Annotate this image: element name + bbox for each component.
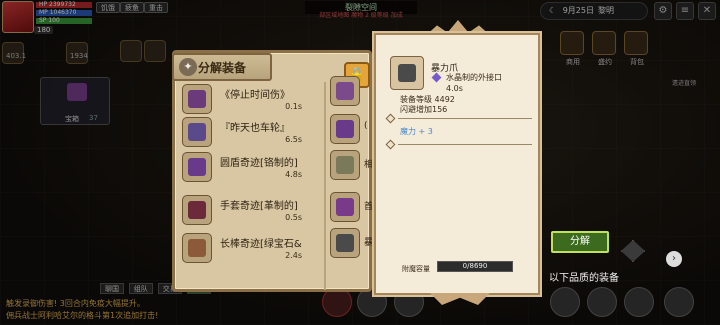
equipment-glyph [188,90,206,108]
equipment-glyph [188,239,206,257]
equipment-row[interactable]: 圆盾奇迹[铬制的] 4.8s [180,148,304,186]
equipment-glyph [188,123,206,141]
equipment-glyph [188,201,206,219]
capacity-label: 附魔容量 [402,265,430,273]
tooltip-cooldown: 4.0s [446,84,463,93]
equipment-time: 2.4s [285,251,302,260]
equipment-name-partial: 相 [364,160,374,170]
equipment-name: 长棒奇迹[绿宝石& [220,239,302,250]
equipment-icon [330,192,360,222]
equipment-glyph [336,82,354,100]
equipment-icon [182,84,212,114]
equipment-time: 0.5s [285,213,302,222]
equipment-name: 手套奇迹[革制的] [220,201,298,212]
equipment-row-partial[interactable]: 首 [330,192,374,226]
equipment-row-partial[interactable]: 暴 [330,228,374,262]
equipment-glyph [336,120,354,138]
equipment-time: 4.8s [285,170,302,179]
quality-text: 以下品质的装备 [549,273,619,284]
equipment-row-partial[interactable]: 相 [330,150,374,184]
equipment-icon [182,233,212,263]
tooltip-divider [398,144,532,145]
decompose-button[interactable]: 分解 [551,231,609,253]
equipment-row[interactable]: 长棒奇迹[绿宝石& 2.4s [180,229,304,267]
arrow-right-icon[interactable]: › [666,251,682,267]
capacity-bar: 0/8690 [437,261,513,272]
claw-icon [390,56,424,90]
panel-title: 分解装备 [198,61,247,75]
equipment-icon [330,114,360,144]
capacity-text: 0/8690 [462,262,488,270]
scroll-icon: ✦ [179,58,197,76]
equipment-icon [330,228,360,258]
equipment-time: 0.1s [285,102,302,111]
equipment-icon [330,76,360,106]
column-divider [324,82,326,290]
equipment-icon [182,117,212,147]
equipment-glyph [188,158,206,176]
equipment-glyph [336,198,354,216]
equipment-row[interactable]: 『昨天也车轮』 6.5s [180,113,304,151]
equipment-name: 《停止时间伤》 [220,90,290,101]
equipment-name-partial: 首 [364,202,374,212]
tooltip-divider [398,118,532,119]
equipment-name: 圆盾奇迹[铬制的] [220,158,298,169]
panel-title-tab: ✦ 分解装备 [172,53,272,81]
equipment-glyph [336,156,354,174]
equipment-icon [182,152,212,182]
equipment-name: 『昨天也车轮』 [220,123,290,134]
tooltip-magic: 魔力 + 3 [400,127,433,136]
equipment-row-partial[interactable]: ( [330,114,374,148]
equipment-name-partial: ( [364,121,368,131]
equipment-row-partial[interactable] [330,76,374,110]
equipment-row[interactable]: 手套奇迹[革制的] 0.5s [180,191,304,229]
equipment-glyph [336,234,354,252]
tooltip-dodge: 闪避增加156 [400,105,448,114]
equipment-name-partial: 暴 [364,238,374,248]
equipment-icon [330,150,360,180]
equipment-icon [182,195,212,225]
claw-glyph [398,64,416,82]
tooltip-socket: 水晶制的外接口 [446,73,502,82]
equipment-time: 6.5s [285,135,302,144]
